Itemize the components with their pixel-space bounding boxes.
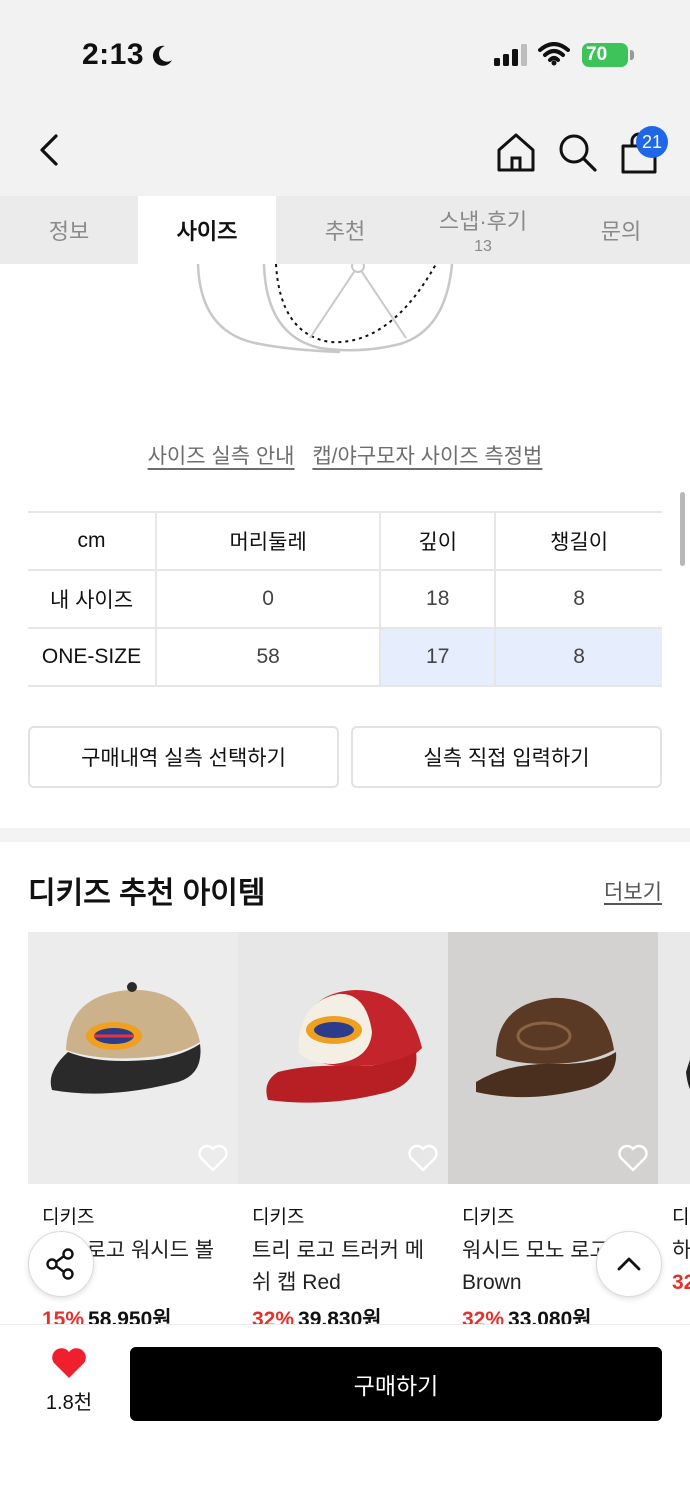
table-header-cell: 깊이 (379, 511, 496, 571)
bottom-purchase-bar: 1.8천 구매하기 (0, 1324, 690, 1500)
product-brand: 디키즈 (462, 1207, 515, 1228)
battery-tip (630, 50, 634, 60)
like-count: 1.8천 (45, 1392, 93, 1414)
table-cell: 8 (494, 570, 662, 629)
product-image (448, 932, 658, 1184)
table-header-cell: cm (28, 511, 156, 571)
back-arrow-icon[interactable] (30, 130, 70, 170)
size-action-buttons: 구매내역 실측 선택하기 실측 직접 입력하기 (28, 726, 662, 788)
product-image (658, 932, 690, 1184)
section-divider (0, 828, 690, 842)
table-row-my-size: 내 사이즈 0 18 8 (28, 570, 662, 629)
table-cell: 0 (154, 570, 381, 629)
product-image (28, 932, 238, 1184)
product-card[interactable]: 디 하 32 (658, 932, 690, 1295)
home-icon[interactable] (494, 130, 538, 174)
buy-button[interactable]: 구매하기 (130, 1347, 662, 1421)
product-name: 트리 로고 트러커 메쉬 캡 Red (252, 1239, 425, 1294)
cap-measure-link[interactable]: 캡/야구모자 사이즈 측정법 (312, 445, 542, 468)
tab-label: 정보 (48, 219, 90, 244)
partial-cap-image (686, 1059, 690, 1090)
table-cell-highlight: 17 (379, 628, 496, 687)
tab-label: 사이즈 (176, 219, 238, 244)
product-brand: 디키즈 (42, 1207, 95, 1228)
table-cell-highlight: 8 (494, 628, 662, 687)
cart-count-badge: 21 (636, 126, 668, 158)
heart-outline-icon[interactable] (408, 1144, 438, 1172)
product-tabs: 정보 사이즈 추천 스냅·후기 13 문의 (0, 196, 690, 264)
product-price-line: 32 (672, 1271, 690, 1295)
cap-measure-illustration (196, 264, 454, 354)
search-icon[interactable] (555, 130, 599, 174)
table-header-row: cm 머리둘레 깊이 챙길이 (28, 511, 662, 571)
tab-info[interactable]: 정보 (0, 196, 138, 264)
tab-inquiry[interactable]: 문의 (552, 196, 690, 264)
table-cell: 58 (154, 628, 381, 687)
purchase-history-size-button[interactable]: 구매내역 실측 선택하기 (28, 726, 339, 788)
recommend-more-link[interactable]: 더보기 (604, 876, 662, 906)
table-row-one-size: ONE-SIZE 58 17 8 (28, 628, 662, 687)
product-brand: 디키즈 (252, 1207, 305, 1228)
scroll-indicator[interactable] (680, 492, 685, 566)
heart-outline-icon[interactable] (198, 1144, 228, 1172)
signal-icon (494, 44, 527, 66)
size-table: cm 머리둘레 깊이 챙길이 내 사이즈 0 18 8 ONE-SIZE 58 … (28, 511, 662, 687)
recommend-product-list: 디키즈 트리 로고 워시드 볼캡 15%58,950원 디키즈 (28, 932, 690, 1332)
recommend-title: 디키즈 추천 아이템 (28, 877, 266, 910)
scroll-top-button[interactable] (596, 1231, 662, 1297)
product-discount: 32 (672, 1271, 690, 1294)
tab-label: 스냅·후기 (438, 209, 528, 234)
status-time: 2:13 (82, 38, 145, 71)
product-image (238, 932, 448, 1184)
heart-outline-icon[interactable] (618, 1144, 648, 1172)
share-icon (46, 1248, 74, 1280)
direct-size-input-button[interactable]: 실측 직접 입력하기 (351, 726, 662, 788)
table-cell: 18 (379, 570, 496, 629)
chevron-up-icon (617, 1257, 641, 1271)
size-guide-link[interactable]: 사이즈 실측 안내 (148, 445, 295, 468)
row-label: 내 사이즈 (28, 570, 156, 629)
table-header-cell: 머리둘레 (154, 511, 381, 571)
size-guide-links: 사이즈 실측 안내 캡/야구모자 사이즈 측정법 (0, 440, 690, 470)
tab-recommend[interactable]: 추천 (276, 196, 414, 264)
battery-level: 70 (586, 44, 608, 65)
battery-indicator: 70 (582, 43, 628, 67)
share-button[interactable] (28, 1231, 94, 1297)
like-button[interactable]: 1.8천 (34, 1347, 104, 1415)
tab-snap-review[interactable]: 스냅·후기 13 (414, 196, 552, 264)
heart-filled-icon (52, 1348, 86, 1378)
tab-review-count: 13 (474, 238, 492, 255)
tab-size[interactable]: 사이즈 (138, 196, 276, 264)
tab-label: 문의 (600, 219, 642, 244)
status-bar: 2:13 70 (0, 0, 690, 100)
row-label: ONE-SIZE (28, 628, 156, 687)
wifi-icon (538, 42, 570, 66)
tab-label: 추천 (324, 219, 366, 244)
product-brand: 디 (672, 1207, 690, 1228)
moon-icon (152, 45, 172, 66)
product-name: 하 (672, 1239, 690, 1262)
table-header-cell: 챙길이 (494, 511, 662, 571)
top-nav (0, 100, 690, 196)
product-card[interactable]: 디키즈 트리 로고 트러커 메쉬 캡 Red 32% 39,830원 (238, 932, 448, 1333)
product-size-page: 2:13 70 21 정보 사이즈 추천 스냅·후기 13 문의 사이즈 실측 … (0, 0, 690, 1500)
